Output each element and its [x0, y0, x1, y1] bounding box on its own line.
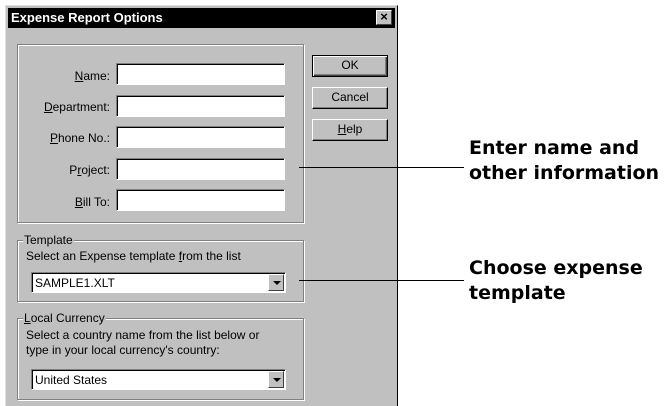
template-callout-line [299, 280, 464, 281]
project-field[interactable] [116, 158, 285, 180]
cancel-button[interactable]: Cancel [312, 87, 388, 109]
window-title: Expense Report Options [11, 10, 163, 25]
name-label: Name: [74, 69, 110, 83]
info-callout-line1: Enter name and [469, 137, 640, 159]
phone-field[interactable] [116, 126, 285, 148]
template-selected-value: SAMPLE1.XLT [35, 276, 115, 290]
currency-description-line1: Select a country name from the list belo… [26, 328, 260, 342]
info-callout: Enter name and other information [469, 136, 659, 186]
info-callout-line [299, 167, 464, 168]
template-description: Select an Expense template from the list [26, 249, 241, 263]
close-icon[interactable]: × [376, 10, 392, 25]
phone-label: Phone No.: [49, 131, 110, 145]
bill-to-label: Bill To: [74, 195, 110, 209]
template-callout-line1: Choose expense [469, 257, 643, 279]
currency-legend: Local Currency [23, 311, 106, 325]
name-field[interactable] [116, 63, 285, 85]
ok-button[interactable]: OK [312, 55, 388, 77]
template-callout-line2: template [469, 282, 566, 304]
currency-select[interactable]: United States [31, 369, 286, 390]
expense-report-options-dialog: Expense Report Options × Name: Departmen… [5, 5, 398, 406]
currency-selected-value: United States [35, 373, 108, 387]
chevron-down-icon[interactable] [268, 274, 284, 291]
bill-to-field[interactable] [116, 189, 285, 211]
info-callout-line2: other information [469, 162, 660, 184]
chevron-down-icon[interactable] [268, 371, 284, 388]
department-field[interactable] [116, 95, 285, 117]
department-label: Department: [43, 100, 110, 114]
help-button[interactable]: Help [312, 119, 388, 141]
title-bar[interactable]: Expense Report Options × [8, 8, 395, 28]
template-select[interactable]: SAMPLE1.XLT [31, 272, 286, 293]
template-legend: Template [23, 233, 74, 247]
currency-description-line2: type in your local currency's country: [26, 343, 220, 357]
template-callout: Choose expense template [469, 256, 643, 306]
project-label: Project: [69, 163, 110, 177]
